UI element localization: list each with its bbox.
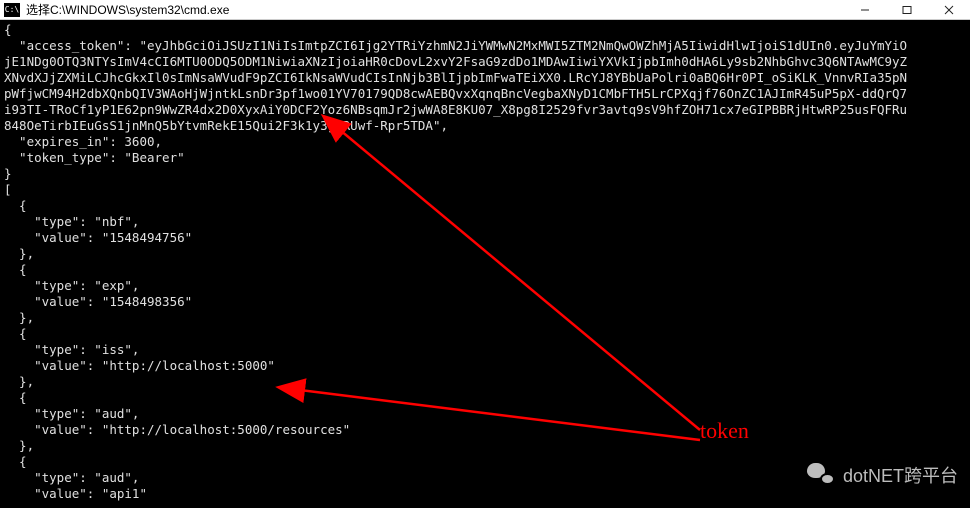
annotation-label: token xyxy=(700,418,749,444)
watermark: dotNET跨平台 xyxy=(807,462,958,488)
annotation-arrows xyxy=(0,0,970,508)
wechat-icon xyxy=(807,463,835,487)
watermark-text: dotNET跨平台 xyxy=(843,462,958,488)
